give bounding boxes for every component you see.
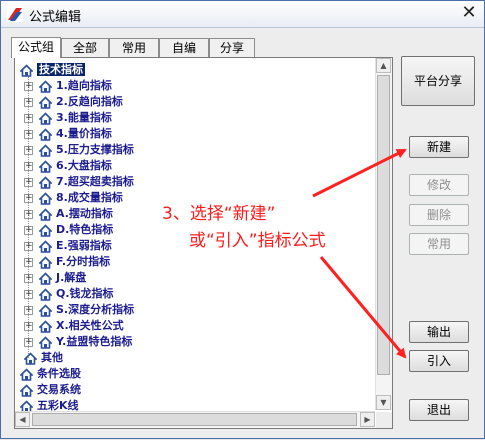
- annotation-line-2: 或“引入”指标公式: [189, 231, 326, 251]
- arrow-to-import-button: [319, 256, 407, 359]
- annotation-line-1: 3、选择“新建”: [162, 204, 276, 224]
- tab-formula-group[interactable]: 公式组: [11, 37, 61, 58]
- arrow-to-new-button: [312, 148, 407, 198]
- formula-editor-window: 公式编辑 ✕ 公式组 全部 常用 自编 分享 技术指标 +1.趋向指标 +2.反趋向…: [0, 0, 485, 439]
